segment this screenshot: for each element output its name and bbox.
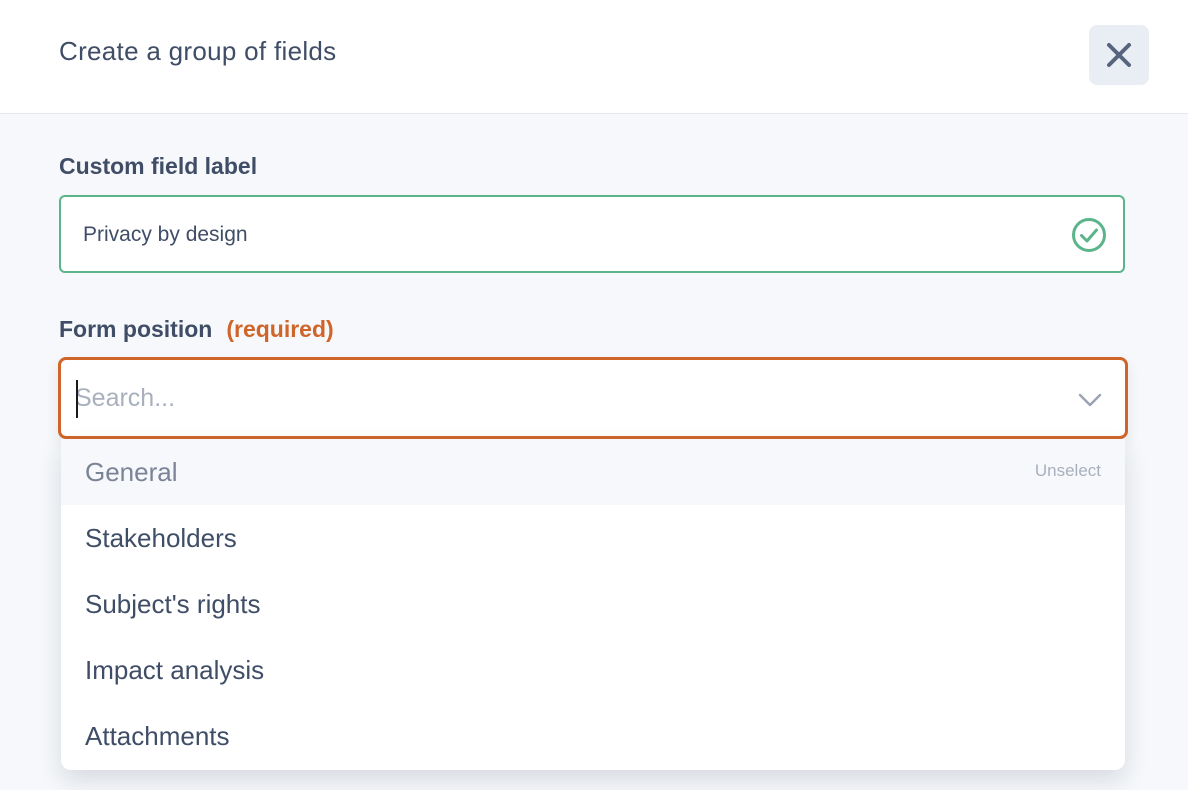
form-position-label-text: Form position xyxy=(59,316,213,342)
option-label: Impact analysis xyxy=(85,654,265,685)
option-label: Subject's rights xyxy=(85,588,261,619)
custom-field-value: Privacy by design xyxy=(83,223,248,246)
close-icon xyxy=(1107,43,1131,67)
form-position-options: General Unselect Stakeholders Subject's … xyxy=(61,439,1125,770)
unselect-button[interactable]: Unselect xyxy=(1035,461,1101,481)
option-label: General xyxy=(85,456,178,487)
dialog-title: Create a group of fields xyxy=(59,36,337,66)
option-impact-analysis[interactable]: Impact analysis xyxy=(61,637,1125,703)
search-input[interactable] xyxy=(75,376,1035,420)
required-indicator: (required) xyxy=(226,316,334,342)
form-position-label: Form position (required) xyxy=(59,316,334,343)
chevron-down-icon[interactable] xyxy=(1077,386,1103,412)
text-cursor xyxy=(76,380,78,418)
option-attachments[interactable]: Attachments xyxy=(61,703,1125,769)
dialog-header: Create a group of fields xyxy=(0,0,1188,114)
close-button[interactable] xyxy=(1089,25,1149,85)
custom-field-label: Custom field label xyxy=(59,153,258,179)
option-label: Attachments xyxy=(85,720,230,751)
option-subjects-rights[interactable]: Subject's rights xyxy=(61,571,1125,637)
check-circle-icon xyxy=(1072,218,1106,252)
create-field-group-dialog: Create a group of fields Custom field la… xyxy=(0,0,1188,790)
form-position-select[interactable] xyxy=(58,357,1128,439)
custom-field-input[interactable]: Privacy by design xyxy=(59,195,1125,273)
option-general[interactable]: General Unselect xyxy=(61,439,1125,505)
option-stakeholders[interactable]: Stakeholders xyxy=(61,505,1125,571)
option-label: Stakeholders xyxy=(85,522,237,553)
